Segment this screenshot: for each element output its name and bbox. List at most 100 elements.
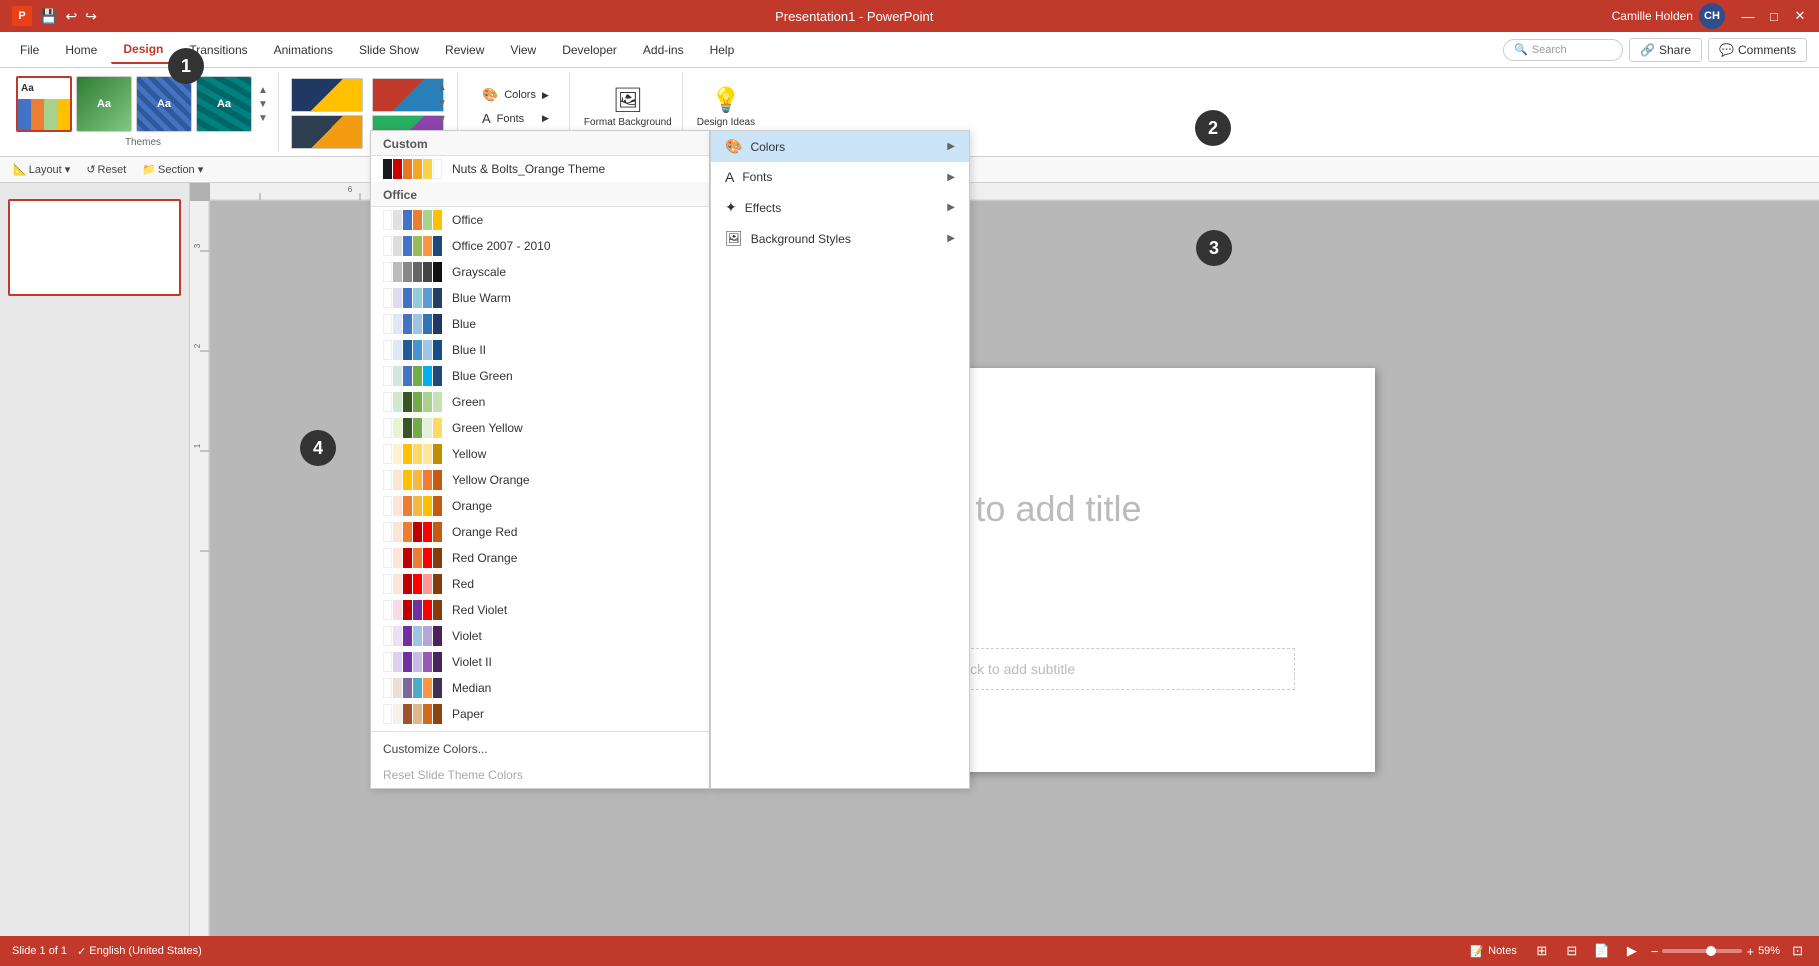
slide-sorter-button[interactable]: ⊟ <box>1561 940 1583 962</box>
variant-expand[interactable]: ▼ <box>435 112 449 126</box>
submenu-colors-icon: 🎨 <box>725 138 742 155</box>
slideshow-view-button[interactable]: ▶ <box>1621 940 1643 962</box>
submenu-colors-item[interactable]: 🎨 Colors ▶ <box>711 131 969 162</box>
tab-animations[interactable]: Animations <box>262 37 345 63</box>
fit-slide-button[interactable]: ⊡ <box>1788 941 1807 961</box>
close-button[interactable]: ✕ <box>1793 9 1807 23</box>
notes-button[interactable]: 📝 Notes <box>1464 943 1522 960</box>
office-swatch-blue-warm <box>383 288 442 308</box>
tab-home[interactable]: Home <box>53 37 109 63</box>
variant-scroll-up[interactable]: ▲ <box>435 80 449 94</box>
share-button[interactable]: 🔗 Share <box>1629 38 1702 62</box>
submenu-colors-chevron: ▶ <box>947 141 955 152</box>
theme-scroll-down[interactable]: ▼ <box>256 97 270 111</box>
theme-2[interactable]: Aa <box>76 76 132 132</box>
zoom-in-button[interactable]: + <box>1746 944 1754 959</box>
zoom-thumb[interactable] <box>1706 946 1716 956</box>
minimize-button[interactable]: — <box>1741 9 1755 23</box>
quick-access-redo[interactable]: ↪ <box>85 8 97 25</box>
tab-design[interactable]: Design <box>111 36 175 64</box>
colors-icon: 🎨 <box>482 87 498 103</box>
office-item-median[interactable]: Median <box>371 675 709 701</box>
quick-access-save[interactable]: 💾 <box>40 8 57 25</box>
fonts-button[interactable]: A Fonts ▶ <box>476 108 555 129</box>
tab-view[interactable]: View <box>498 37 548 63</box>
theme-4[interactable]: Aa <box>196 76 252 132</box>
office-item-red-violet[interactable]: Red Violet <box>371 597 709 623</box>
office-item-blue[interactable]: Blue <box>371 311 709 337</box>
svg-text:3: 3 <box>193 243 202 248</box>
tab-file[interactable]: File <box>8 37 51 63</box>
reset-button[interactable]: ↺Reset <box>81 161 131 178</box>
custom-item-1[interactable]: Nuts & Bolts_Orange Theme <box>371 156 709 182</box>
variant-scroll: ▲ ▼ ▼ <box>435 80 449 126</box>
submenu-fonts-label: Fonts <box>742 170 772 184</box>
submenu-bg-styles-item[interactable]: 🖼 Background Styles ▶ <box>711 223 969 254</box>
office-item-blue-warm[interactable]: Blue Warm <box>371 285 709 311</box>
tab-developer[interactable]: Developer <box>550 37 629 63</box>
fonts-chevron: ▶ <box>542 113 549 124</box>
office-item-red-orange[interactable]: Red Orange <box>371 545 709 571</box>
office-item-orange-red[interactable]: Orange Red <box>371 519 709 545</box>
office-section-label: Office <box>371 182 709 207</box>
design-ideas-label: Design Ideas <box>697 117 755 129</box>
variant-scroll-down[interactable]: ▼ <box>435 96 449 110</box>
office-swatch-blue <box>383 314 442 334</box>
zoom-controls: − + 59% <box>1651 944 1780 959</box>
theme-3[interactable]: Aa <box>136 76 192 132</box>
office-swatch-2007 <box>383 236 442 256</box>
colors-button[interactable]: 🎨 Colors ▶ <box>476 84 555 106</box>
office-item-2007[interactable]: Office 2007 - 2010 <box>371 233 709 259</box>
layout-button[interactable]: 📐Layout ▾ <box>8 161 75 178</box>
zoom-track[interactable] <box>1662 949 1742 953</box>
office-item-blue-green[interactable]: Blue Green <box>371 363 709 389</box>
variant-2[interactable] <box>372 78 444 112</box>
submenu-fonts-item[interactable]: A Fonts ▶ <box>711 162 969 192</box>
tab-help[interactable]: Help <box>698 37 747 63</box>
tab-review[interactable]: Review <box>433 37 496 63</box>
office-item-blue2[interactable]: Blue II <box>371 337 709 363</box>
theme-scroll-up[interactable]: ▲ <box>256 83 270 97</box>
maximize-button[interactable]: □ <box>1767 9 1781 23</box>
variant-3[interactable] <box>291 115 363 149</box>
office-item-green[interactable]: Green <box>371 389 709 415</box>
quick-access-undo[interactable]: ↩ <box>65 8 77 25</box>
office-item-green-yellow[interactable]: Green Yellow <box>371 415 709 441</box>
tab-addins[interactable]: Add-ins <box>631 37 696 63</box>
office-swatch-violet <box>383 626 442 646</box>
theme-scroll-expand[interactable]: ▼ <box>256 111 270 125</box>
zoom-out-button[interactable]: − <box>1651 944 1659 959</box>
reading-view-button[interactable]: 📄 <box>1591 940 1613 962</box>
theme-blank[interactable]: Aa <box>16 76 72 132</box>
tab-slideshow[interactable]: Slide Show <box>347 37 431 63</box>
comments-button[interactable]: 💬 Comments <box>1708 38 1807 62</box>
title-bar: P 💾 ↩ ↪ Presentation1 - PowerPoint Camil… <box>0 0 1819 32</box>
office-swatch-violet2 <box>383 652 442 672</box>
themes-label: Themes <box>125 137 161 148</box>
office-item-paper[interactable]: Paper <box>371 701 709 727</box>
submenu-effects-item[interactable]: ✦ Effects ▶ <box>711 192 969 223</box>
office-item-violet2[interactable]: Violet II <box>371 649 709 675</box>
section-button[interactable]: 📁Section ▾ <box>137 161 208 178</box>
search-box[interactable]: 🔍 Search <box>1503 39 1623 61</box>
office-item-red[interactable]: Red <box>371 571 709 597</box>
format-bg-label: Format Background <box>584 117 672 129</box>
colors-label: Colors <box>504 89 536 101</box>
customize-colors-button[interactable]: Customize Colors... <box>371 736 709 762</box>
submenu-effects-icon: ✦ <box>725 199 737 216</box>
normal-view-button[interactable]: ⊞ <box>1531 940 1553 962</box>
office-swatch-yellow-orange <box>383 470 442 490</box>
slide-1-thumbnail[interactable] <box>8 199 181 296</box>
submenu-colors-icon-area: 🎨 Colors <box>725 138 785 155</box>
office-item-yellow[interactable]: Yellow <box>371 441 709 467</box>
office-item-yellow-orange[interactable]: Yellow Orange <box>371 467 709 493</box>
language-label: English (United States) <box>89 945 202 957</box>
variant-1[interactable] <box>291 78 363 112</box>
slide-panel: 1 <box>0 183 190 939</box>
office-swatch-orange-red <box>383 522 442 542</box>
svg-text:1: 1 <box>193 443 202 448</box>
office-item-violet[interactable]: Violet <box>371 623 709 649</box>
office-item-orange[interactable]: Orange <box>371 493 709 519</box>
office-item-grayscale[interactable]: Grayscale <box>371 259 709 285</box>
office-item-office[interactable]: Office <box>371 207 709 233</box>
